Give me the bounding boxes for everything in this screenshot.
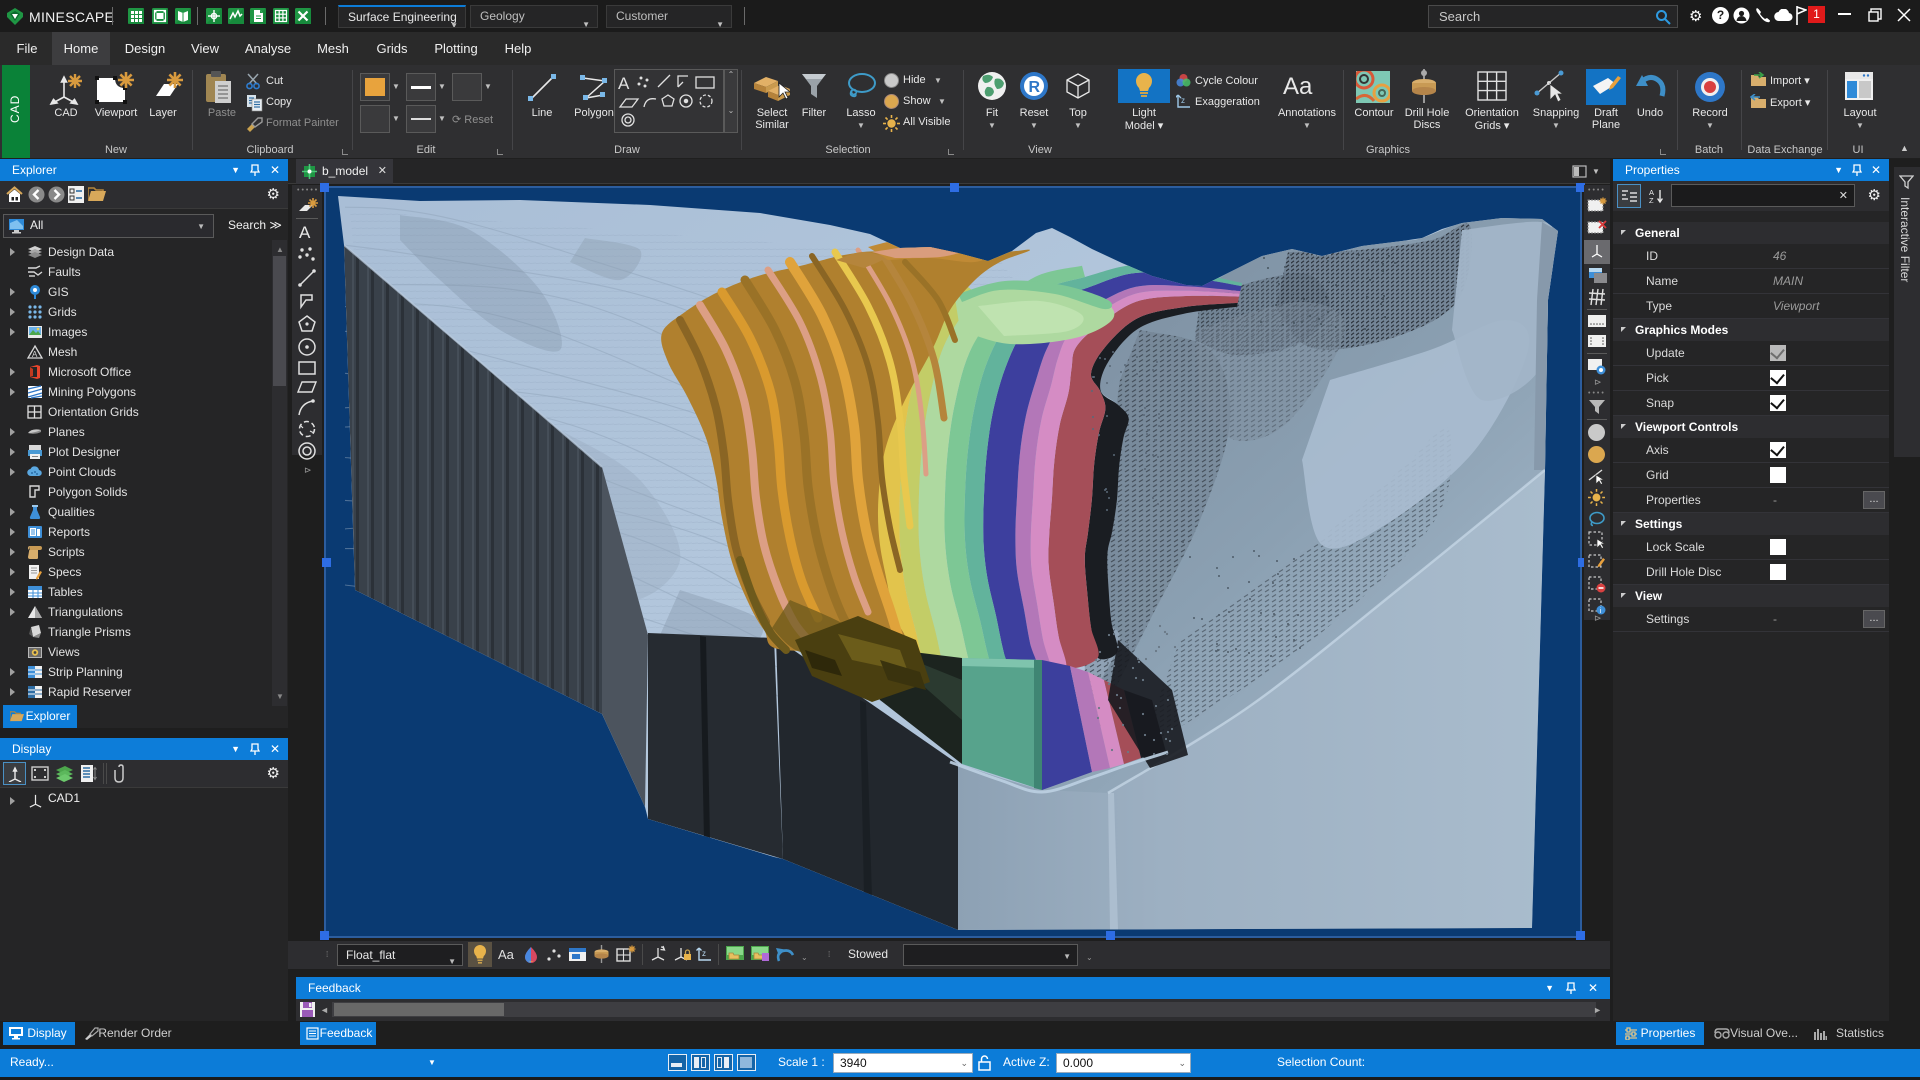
svg-text:A: A <box>32 350 38 359</box>
svg-text:Z: Z <box>1649 196 1654 204</box>
svg-text:A: A <box>618 74 630 93</box>
svg-text:z: z <box>702 949 706 958</box>
svg-text:R: R <box>1029 79 1041 96</box>
svg-text:z: z <box>1181 96 1185 105</box>
